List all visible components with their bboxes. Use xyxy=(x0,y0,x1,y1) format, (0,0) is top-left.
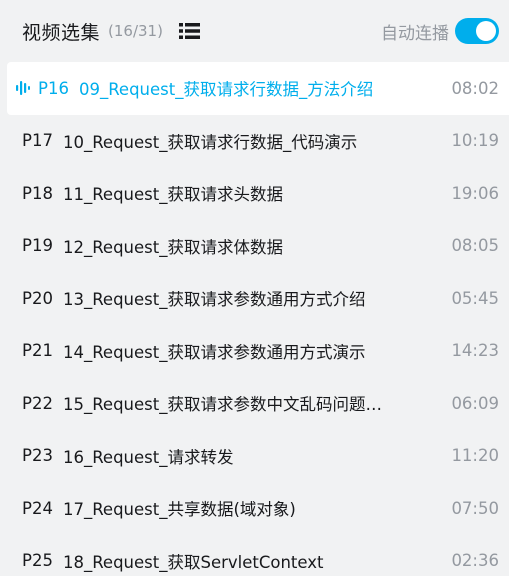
episode-duration: 19:06 xyxy=(451,183,499,203)
episode-number: P18 xyxy=(22,183,53,203)
episode-number: P23 xyxy=(22,446,53,466)
episode-number: P16 xyxy=(38,78,69,98)
episode-number: P21 xyxy=(22,341,53,361)
episode-title: 11_Request_获取请求头数据 xyxy=(62,185,283,205)
episode-number: P24 xyxy=(22,498,53,518)
episode-number: P20 xyxy=(22,288,53,308)
episode-item[interactable]: P18 11_Request_获取请求头数据 19:06 xyxy=(0,167,509,220)
episode-title: 14_Request_获取请求参数通用方式演示 xyxy=(62,342,366,362)
episode-duration: 10:19 xyxy=(451,131,499,151)
episode-duration: 14:23 xyxy=(451,341,499,361)
episode-duration: 06:09 xyxy=(451,393,499,413)
episode-number: P22 xyxy=(22,393,53,413)
episode-duration: 08:05 xyxy=(451,236,499,256)
episode-item[interactable]: P25 18_Request_获取ServletContext 02:36 xyxy=(0,535,509,576)
episode-item[interactable]: P21 14_Request_获取请求参数通用方式演示 14:23 xyxy=(0,325,509,378)
episode-duration: 11:20 xyxy=(451,446,499,466)
episode-title: 16_Request_请求转发 xyxy=(62,447,234,467)
autoplay-label: 自动连播 xyxy=(381,23,449,44)
section-title: 视频选集 xyxy=(22,21,101,44)
list-icon[interactable] xyxy=(178,23,200,39)
episode-title: 15_Request_获取请求参数中文乱码问题… xyxy=(62,395,382,415)
episode-item[interactable]: P20 13_Request_获取请求参数通用方式介绍 05:45 xyxy=(0,272,509,325)
episode-title: 13_Request_获取请求参数通用方式介绍 xyxy=(62,290,366,310)
episode-title: 09_Request_获取请求行数据_方法介绍 xyxy=(78,80,374,100)
episode-number: P25 xyxy=(22,551,53,571)
episode-duration: 02:36 xyxy=(451,551,499,571)
episode-count: (16/31) xyxy=(108,22,163,40)
episode-title: 17_Request_共享数据(域对象) xyxy=(62,500,296,520)
episode-duration: 08:02 xyxy=(451,78,499,98)
episode-list-header: 视频选集 (16/31) 自动连播 xyxy=(0,0,509,62)
autoplay-toggle[interactable] xyxy=(455,18,499,44)
episode-duration: 05:45 xyxy=(451,288,499,308)
episode-item[interactable]: P24 17_Request_共享数据(域对象) 07:50 xyxy=(0,482,509,535)
episode-item[interactable]: P22 15_Request_获取请求参数中文乱码问题… 06:09 xyxy=(0,377,509,430)
episode-item-active[interactable]: P16 09_Request_获取请求行数据_方法介绍 08:02 xyxy=(7,62,509,115)
episode-list-panel: 视频选集 (16/31) 自动连播 P16 09_Request_获取请求行数据_… xyxy=(0,0,509,576)
episode-title: 18_Request_获取ServletContext xyxy=(62,552,324,572)
episode-number: P19 xyxy=(22,236,53,256)
equalizer-bars-icon xyxy=(16,81,30,96)
toggle-knob xyxy=(476,21,496,41)
episode-list: P16 09_Request_获取请求行数据_方法介绍 08:02 P17 10_Req… xyxy=(0,62,509,576)
episode-item[interactable]: P17 10_Request_获取请求行数据_代码演示 10:19 xyxy=(0,115,509,168)
episode-duration: 07:50 xyxy=(451,498,499,518)
episode-number: P17 xyxy=(22,131,53,151)
episode-item[interactable]: P19 12_Request_获取请求体数据 08:05 xyxy=(0,220,509,273)
episode-title: 10_Request_获取请求行数据_代码演示 xyxy=(62,132,358,152)
episode-item[interactable]: P23 16_Request_请求转发 11:20 xyxy=(0,430,509,483)
episode-title: 12_Request_获取请求体数据 xyxy=(62,237,283,257)
